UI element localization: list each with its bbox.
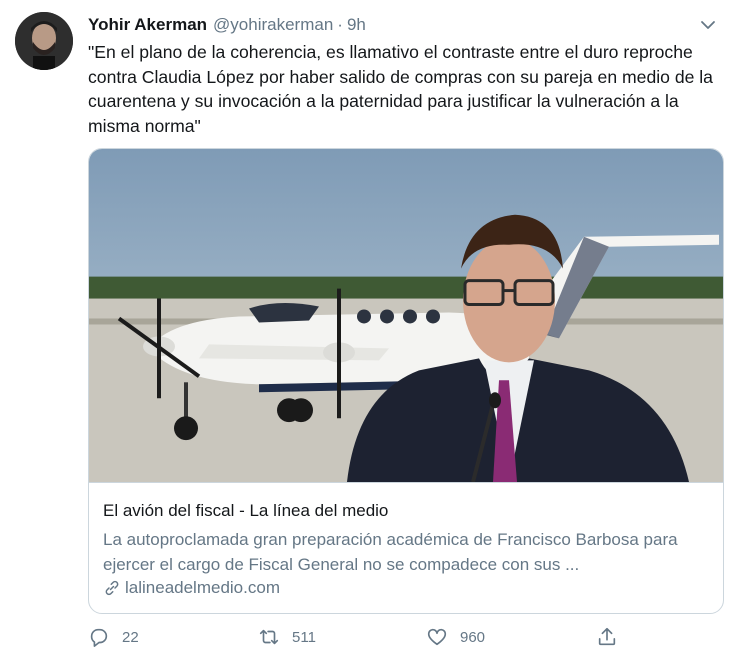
share-icon [598, 627, 616, 646]
tweet-text: "En el plano de la coherencia, es llamat… [88, 42, 718, 136]
heart-icon [427, 628, 447, 646]
chevron-down-icon[interactable] [698, 15, 718, 35]
reply-icon [90, 628, 108, 647]
reply-count: 22 [122, 628, 139, 646]
card-domain[interactable]: lalineadelmedio.com [103, 578, 280, 598]
tweet-timestamp[interactable]: 9h [347, 15, 366, 35]
card-domain-text: lalineadelmedio.com [125, 578, 280, 597]
card-title[interactable]: El avión del fiscal - La línea del medio [103, 501, 388, 521]
author-handle[interactable]: @yohirakerman [213, 15, 333, 35]
retweet-count: 511 [292, 628, 316, 646]
tweet-header: Yohir Akerman @yohirakerman · 9h [88, 13, 722, 37]
link-card[interactable]: El avión del fiscal - La línea del medio… [88, 148, 724, 614]
author-name[interactable]: Yohir Akerman [88, 15, 207, 35]
share-button[interactable] [596, 626, 618, 648]
retweet-icon [259, 629, 279, 645]
avatar-image [15, 12, 73, 70]
card-image [89, 149, 723, 483]
reply-button[interactable]: 22 [88, 626, 139, 648]
tweet-actions: 22 511 960 [88, 626, 628, 652]
card-description: La autoproclamada gran preparación acadé… [103, 530, 678, 574]
like-count: 960 [460, 628, 486, 646]
link-icon [105, 580, 119, 596]
retweet-button[interactable]: 511 [258, 626, 316, 648]
avatar[interactable] [15, 12, 73, 70]
like-button[interactable]: 960 [426, 626, 485, 648]
separator-dot: · [337, 15, 343, 34]
